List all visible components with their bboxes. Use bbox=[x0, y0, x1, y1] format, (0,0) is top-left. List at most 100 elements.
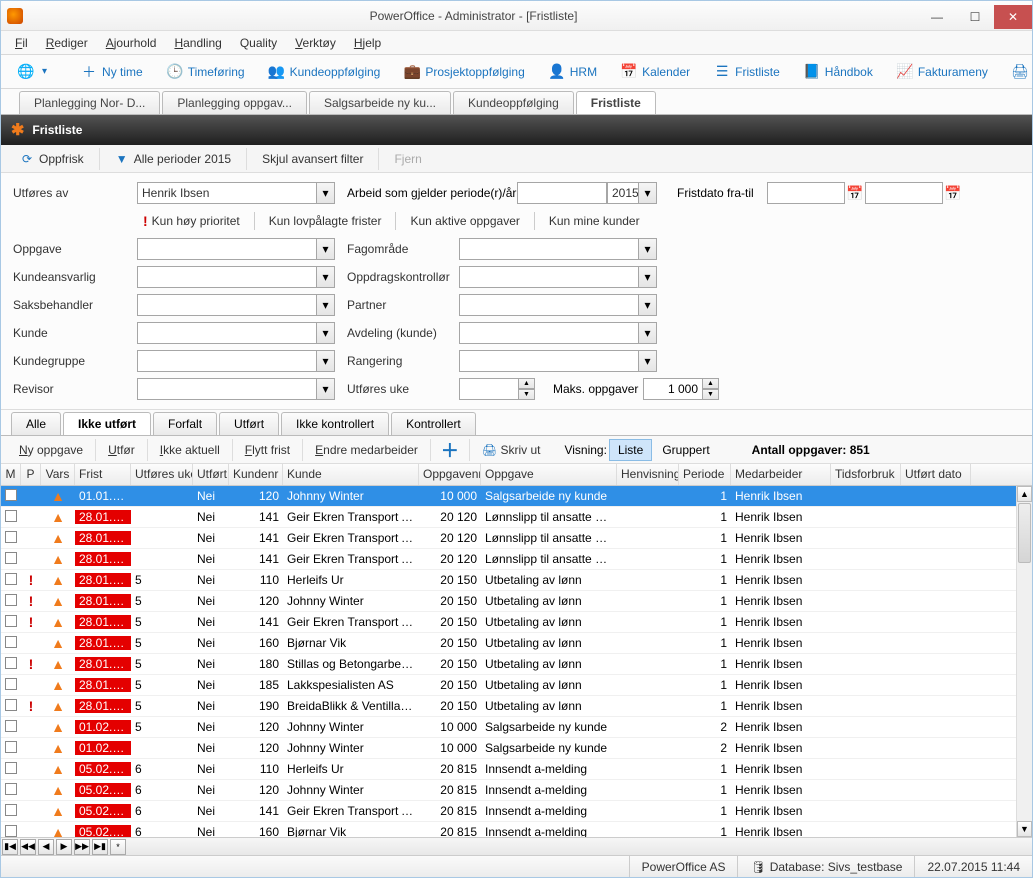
minimize-button[interactable]: — bbox=[918, 5, 956, 29]
table-row[interactable]: ▲28.01.15Nei141Geir Ekren Transport AS20… bbox=[1, 549, 1032, 570]
saksbehandler-combo[interactable]: ▾ bbox=[137, 294, 335, 316]
col-oppgavenr[interactable]: Oppgavenr bbox=[419, 464, 481, 485]
table-row[interactable]: ▲01.02.155Nei120Johnny Winter10 000Salgs… bbox=[1, 717, 1032, 738]
row-checkbox[interactable] bbox=[5, 825, 17, 837]
scroll-down-icon[interactable]: ▼ bbox=[1017, 821, 1032, 837]
fristdato-til-input[interactable] bbox=[865, 182, 943, 204]
chevron-down-icon[interactable]: ▾ bbox=[638, 183, 656, 203]
col-m[interactable]: M bbox=[1, 464, 21, 485]
row-checkbox[interactable] bbox=[5, 489, 17, 501]
add-button[interactable]: ＋ bbox=[435, 437, 465, 463]
subtab-ikke-utfort[interactable]: Ikke utført bbox=[63, 412, 151, 435]
col-utfort[interactable]: Utført bbox=[193, 464, 229, 485]
avdeling-combo[interactable]: ▾ bbox=[459, 322, 657, 344]
menu-hjelp[interactable]: Hjelp bbox=[354, 36, 381, 50]
table-row[interactable]: !▲28.01.155Nei141Geir Ekren Transport AS… bbox=[1, 612, 1032, 633]
ny-oppgave-button[interactable]: Ny oppgave bbox=[11, 440, 91, 460]
scroll-up-icon[interactable]: ▲ bbox=[1017, 486, 1032, 502]
row-checkbox[interactable] bbox=[5, 762, 17, 774]
menu-verktoy[interactable]: Verktøy bbox=[295, 36, 336, 50]
maks-oppgaver-spinner[interactable]: ▲▼ bbox=[643, 378, 723, 400]
endre-medarbeider-button[interactable]: Endre medarbeider bbox=[307, 440, 426, 460]
row-checkbox[interactable] bbox=[5, 573, 17, 585]
view-liste-button[interactable]: Liste bbox=[609, 439, 652, 461]
skjul-filter-button[interactable]: Skjul avansert filter bbox=[253, 148, 372, 170]
menu-fil[interactable]: FFilil bbox=[15, 36, 28, 50]
view-gruppert-button[interactable]: Gruppert bbox=[654, 440, 717, 460]
oppfrisk-button[interactable]: ⟳Oppfrisk bbox=[11, 148, 93, 170]
spin-up-icon[interactable]: ▲ bbox=[519, 378, 535, 389]
chevron-down-icon[interactable]: ▾ bbox=[316, 379, 334, 399]
chevron-down-icon[interactable]: ▾ bbox=[638, 351, 656, 371]
col-kunde[interactable]: Kunde bbox=[283, 464, 419, 485]
col-vars[interactable]: Vars bbox=[41, 464, 75, 485]
chevron-down-icon[interactable]: ▾ bbox=[316, 351, 334, 371]
row-checkbox[interactable] bbox=[5, 594, 17, 606]
table-row[interactable]: ▲05.02.156Nei160Bjørnar Vik20 815Innsend… bbox=[1, 822, 1032, 837]
timeforing-button[interactable]: 🕒Timeføring bbox=[158, 60, 254, 84]
maximize-button[interactable]: ☐ bbox=[956, 5, 994, 29]
chevron-down-icon[interactable]: ▾ bbox=[316, 267, 334, 287]
kundeoppfolging-button[interactable]: 👥Kundeoppfølging bbox=[260, 60, 390, 84]
row-checkbox[interactable] bbox=[5, 531, 17, 543]
nav-next-page[interactable]: ▶▶ bbox=[74, 839, 90, 855]
table-row[interactable]: ▲28.01.155Nei160Bjørnar Vik20 150Utbetal… bbox=[1, 633, 1032, 654]
alle-perioder-button[interactable]: ▼Alle perioder 2015 bbox=[106, 148, 240, 170]
spin-up-icon[interactable]: ▲ bbox=[703, 378, 719, 389]
flytt-frist-button[interactable]: Flytt frist bbox=[237, 440, 298, 460]
qf-hoy-prioritet[interactable]: !Kun høy prioritet bbox=[137, 210, 246, 232]
chevron-down-icon[interactable]: ▾ bbox=[316, 183, 334, 203]
table-row[interactable]: !▲28.01.155Nei190BreidaBlikk & Ventillas… bbox=[1, 696, 1032, 717]
kundeansvarlig-combo[interactable]: ▾ bbox=[137, 266, 335, 288]
row-checkbox[interactable] bbox=[5, 636, 17, 648]
row-checkbox[interactable] bbox=[5, 804, 17, 816]
subtab-forfalt[interactable]: Forfalt bbox=[153, 412, 217, 435]
table-row[interactable]: ▲05.02.156Nei120Johnny Winter20 815Innse… bbox=[1, 780, 1032, 801]
calendar-from-icon[interactable]: 📅 bbox=[845, 182, 865, 204]
handbok-button[interactable]: 📘Håndbok bbox=[795, 60, 882, 84]
qf-aktive[interactable]: Kun aktive oppgaver bbox=[404, 211, 525, 231]
chevron-down-icon[interactable]: ▾ bbox=[638, 323, 656, 343]
kundegruppe-combo[interactable]: ▾ bbox=[137, 350, 335, 372]
chevron-down-icon[interactable]: ▾ bbox=[316, 295, 334, 315]
table-row[interactable]: !▲28.01.155Nei180Stillas og Betongarbeid… bbox=[1, 654, 1032, 675]
menu-handling[interactable]: Handling bbox=[174, 36, 221, 50]
table-row[interactable]: ▲01.01.15Nei120Johnny Winter10 000Salgsa… bbox=[1, 486, 1032, 507]
close-button[interactable]: ✕ bbox=[994, 5, 1032, 29]
chevron-down-icon[interactable]: ▾ bbox=[316, 323, 334, 343]
tab-salgsarbeide[interactable]: Salgsarbeide ny ku... bbox=[309, 91, 451, 114]
col-henvisning[interactable]: Henvisning bbox=[617, 464, 679, 485]
spin-down-icon[interactable]: ▼ bbox=[703, 389, 719, 400]
chevron-down-icon[interactable]: ▾ bbox=[638, 239, 656, 259]
chevron-down-icon[interactable]: ▾ bbox=[316, 239, 334, 259]
partner-combo[interactable]: ▾ bbox=[459, 294, 657, 316]
row-checkbox[interactable] bbox=[5, 678, 17, 690]
subtab-utfort[interactable]: Utført bbox=[219, 412, 279, 435]
chevron-down-icon[interactable]: ▾ bbox=[638, 295, 656, 315]
nav-prev[interactable]: ◀ bbox=[38, 839, 54, 855]
kunde-combo[interactable]: ▾ bbox=[137, 322, 335, 344]
col-frist[interactable]: Frist bbox=[75, 464, 131, 485]
col-medarbeider[interactable]: Medarbeider bbox=[731, 464, 831, 485]
row-checkbox[interactable] bbox=[5, 552, 17, 564]
col-utfort-dato[interactable]: Utført dato bbox=[901, 464, 971, 485]
table-row[interactable]: ▲28.01.15Nei141Geir Ekren Transport AS20… bbox=[1, 507, 1032, 528]
nav-next[interactable]: ▶ bbox=[56, 839, 72, 855]
menu-ajourhold[interactable]: Ajourhold bbox=[106, 36, 157, 50]
oppgave-combo[interactable]: ▾ bbox=[137, 238, 335, 260]
table-row[interactable]: ▲05.02.156Nei110Herleifs Ur20 815Innsend… bbox=[1, 759, 1032, 780]
calendar-to-icon[interactable]: 📅 bbox=[943, 182, 963, 204]
revisor-combo[interactable]: ▾ bbox=[137, 378, 335, 400]
tab-fristliste[interactable]: Fristliste bbox=[576, 91, 656, 114]
vertical-scrollbar[interactable]: ▲ ▼ bbox=[1016, 486, 1032, 837]
col-utfores-uke[interactable]: Utføres uke bbox=[131, 464, 193, 485]
grid-body[interactable]: ▲01.01.15Nei120Johnny Winter10 000Salgsa… bbox=[1, 486, 1032, 837]
row-checkbox[interactable] bbox=[5, 657, 17, 669]
table-row[interactable]: !▲28.01.155Nei110Herleifs Ur20 150Utbeta… bbox=[1, 570, 1032, 591]
ny-time-button[interactable]: ＋Ny time bbox=[72, 60, 152, 84]
subtab-ikke-kontrollert[interactable]: Ikke kontrollert bbox=[281, 412, 389, 435]
menu-rediger[interactable]: Rediger bbox=[46, 36, 88, 50]
fakturameny-button[interactable]: 📈Fakturameny bbox=[888, 60, 997, 84]
hrm-button[interactable]: 👤HRM bbox=[540, 60, 606, 84]
tab-planlegging-oppgav[interactable]: Planlegging oppgav... bbox=[162, 91, 307, 114]
